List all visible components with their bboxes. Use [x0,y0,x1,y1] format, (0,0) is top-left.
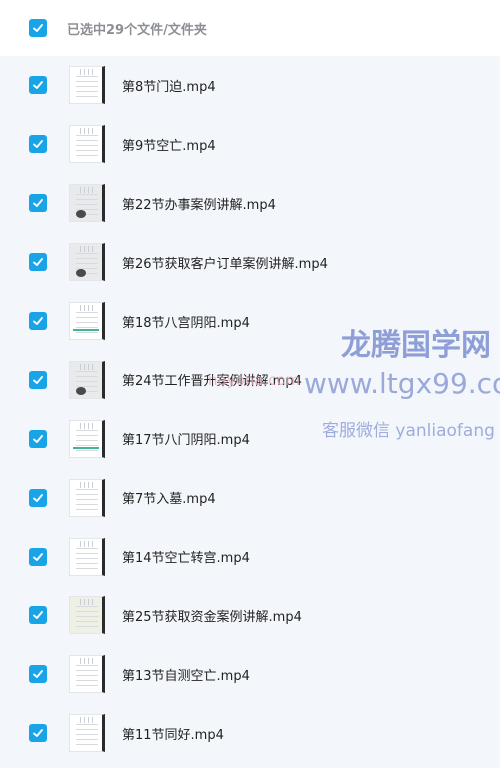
file-name[interactable]: 第26节获取客户订单案例讲解.mp4 [122,253,328,272]
file-row[interactable]: 第7节入墓.mp4 [0,468,500,528]
check-icon [33,670,43,679]
video-thumbnail-icon [69,596,105,635]
check-icon [33,611,43,620]
file-row[interactable]: 第11节同好.mp4 [0,703,500,763]
check-icon [33,81,43,90]
file-checkbox[interactable] [29,135,47,154]
file-name[interactable]: 第11节同好.mp4 [122,724,224,743]
file-name[interactable]: 第14节空亡转宫.mp4 [122,547,250,566]
video-thumbnail-icon [69,184,105,223]
file-name[interactable]: 第25节获取资金案例讲解.mp4 [122,606,302,625]
file-row[interactable]: 第8节门迫.mp4 [0,56,500,115]
file-name[interactable]: 第13节自测空亡.mp4 [122,665,250,684]
check-icon [33,140,43,149]
file-checkbox[interactable] [29,547,47,566]
file-name[interactable]: 第7节入墓.mp4 [122,488,216,507]
file-row[interactable]: 第24节工作晋升案例讲解.mp4 [0,350,500,410]
check-icon [33,375,43,384]
check-icon [33,199,43,208]
selection-count-label: 已选中29个文件/文件夹 [67,22,207,38]
file-checkbox[interactable] [29,488,47,507]
select-all-checkbox[interactable] [29,19,47,37]
file-name[interactable]: 第8节门迫.mp4 [122,76,216,95]
file-row[interactable]: 第25节获取资金案例讲解.mp4 [0,586,500,645]
video-thumbnail-icon [69,243,105,282]
video-thumbnail-icon [69,302,105,340]
file-row[interactable]: 第9节空亡.mp4 [0,114,500,174]
video-thumbnail-icon [69,66,105,105]
file-name[interactable]: 第22节办事案例讲解.mp4 [122,194,276,213]
check-icon [33,552,43,561]
file-checkbox[interactable] [29,606,47,625]
file-name[interactable]: 第24节工作晋升案例讲解.mp4 [122,370,302,389]
check-icon [33,317,43,325]
video-thumbnail-icon [69,360,105,399]
file-row[interactable]: 第18节八宫阴阳.mp4 [0,291,500,351]
file-checkbox[interactable] [29,429,47,448]
video-thumbnail-icon [69,655,105,694]
file-checkbox[interactable] [29,194,47,213]
check-icon [33,258,43,267]
file-name[interactable]: 第17节八门阴阳.mp4 [122,429,250,448]
file-row[interactable]: 第26节获取客户订单案例讲解.mp4 [0,232,500,292]
file-checkbox[interactable] [29,665,47,684]
video-thumbnail-icon [69,537,105,576]
file-list-page: 已选中29个文件/文件夹 第8节门迫.mp4 第9节空亡.mp4 第22节办事案例讲… [0,0,500,768]
file-row[interactable]: 第13节自测空亡.mp4 [0,644,500,704]
file-name[interactable]: 第18节八宫阴阳.mp4 [122,312,250,331]
file-checkbox[interactable] [29,312,47,330]
file-checkbox[interactable] [29,370,47,389]
file-name[interactable]: 第9节空亡.mp4 [122,135,216,154]
file-checkbox[interactable] [29,724,47,743]
file-checkbox[interactable] [29,76,47,95]
file-row[interactable]: 第14节空亡转宫.mp4 [0,527,500,587]
video-thumbnail-icon [69,714,105,753]
video-thumbnail-icon [69,125,105,164]
file-checkbox[interactable] [29,253,47,272]
video-thumbnail-icon [69,419,105,458]
file-row[interactable]: 第17节八门阴阳.mp4 [0,409,500,469]
check-icon [33,24,43,32]
file-list: 第8节门迫.mp4 第9节空亡.mp4 第22节办事案例讲解.mp4 第26节获取客户… [0,56,500,763]
check-icon [33,729,43,738]
file-row[interactable]: 第22节办事案例讲解.mp4 [0,173,500,233]
selection-header: 已选中29个文件/文件夹 [0,0,500,56]
check-icon [33,434,43,443]
check-icon [33,493,43,502]
video-thumbnail-icon [69,478,105,517]
